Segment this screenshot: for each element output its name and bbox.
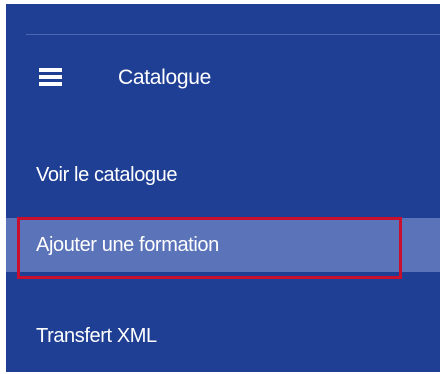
catalogue-section-header[interactable]: Catalogue [6,56,440,100]
sidebar-item-transfert-xml[interactable]: Transfert XML [6,309,440,363]
list-icon [39,68,62,87]
sidebar-item-ajouter-une-formation[interactable]: Ajouter une formation [6,218,440,272]
sidebar-item-label: Voir le catalogue [36,163,178,186]
sidebar: Catalogue Voir le catalogue Ajouter une … [6,4,440,372]
divider [26,34,440,35]
sidebar-item-label: Ajouter une formation [36,233,219,256]
sidebar-item-label: Transfert XML [36,324,157,347]
section-title: Catalogue [118,66,212,89]
sidebar-item-voir-le-catalogue[interactable]: Voir le catalogue [6,148,440,202]
